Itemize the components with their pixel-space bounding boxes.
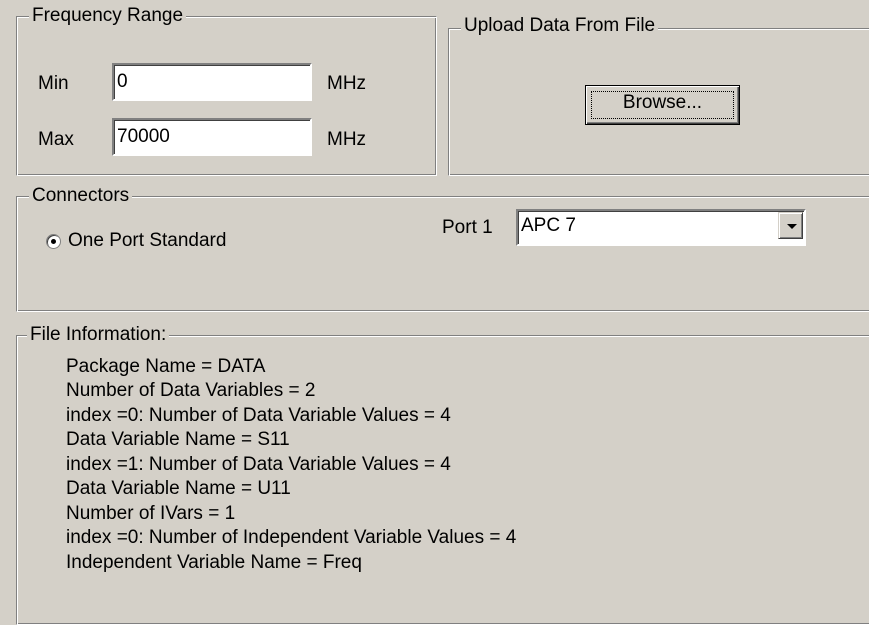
frequency-range-title: Frequency Range xyxy=(29,4,187,28)
radio-selected-icon[interactable] xyxy=(46,234,61,249)
connectors-title: Connectors xyxy=(29,184,133,208)
port-1-select[interactable]: APC 7 xyxy=(516,209,806,246)
port-1-value: APC 7 xyxy=(521,215,576,236)
file-info-line: index =0: Number of Data Variable Values… xyxy=(66,405,451,426)
file-info-line: index =0: Number of Independent Variable… xyxy=(66,527,517,548)
file-info-line: Data Variable Name = S11 xyxy=(66,429,290,450)
port-1-label: Port 1 xyxy=(442,217,493,238)
chevron-down-icon[interactable] xyxy=(778,212,803,239)
browse-button-label: Browse... xyxy=(591,91,734,119)
file-info-line: Package Name = DATA xyxy=(66,356,266,377)
max-label: Max xyxy=(38,129,74,150)
file-info-line: Independent Variable Name = Freq xyxy=(66,552,362,573)
min-frequency-input[interactable] xyxy=(112,63,312,101)
file-info-line: Data Variable Name = U11 xyxy=(66,478,291,499)
browse-button[interactable]: Browse... xyxy=(585,85,740,125)
file-info-line: Number of Data Variables = 2 xyxy=(66,380,316,401)
one-port-standard-label[interactable]: One Port Standard xyxy=(68,230,226,252)
upload-data-title: Upload Data From File xyxy=(461,14,659,38)
file-information-title: File Information: xyxy=(27,323,170,347)
file-info-line: Number of IVars = 1 xyxy=(66,503,236,524)
min-label: Min xyxy=(38,73,69,94)
max-unit-label: MHz xyxy=(327,129,367,150)
file-info-line: index =1: Number of Data Variable Values… xyxy=(66,454,451,475)
max-frequency-input[interactable] xyxy=(112,118,312,156)
min-unit-label: MHz xyxy=(327,73,367,94)
